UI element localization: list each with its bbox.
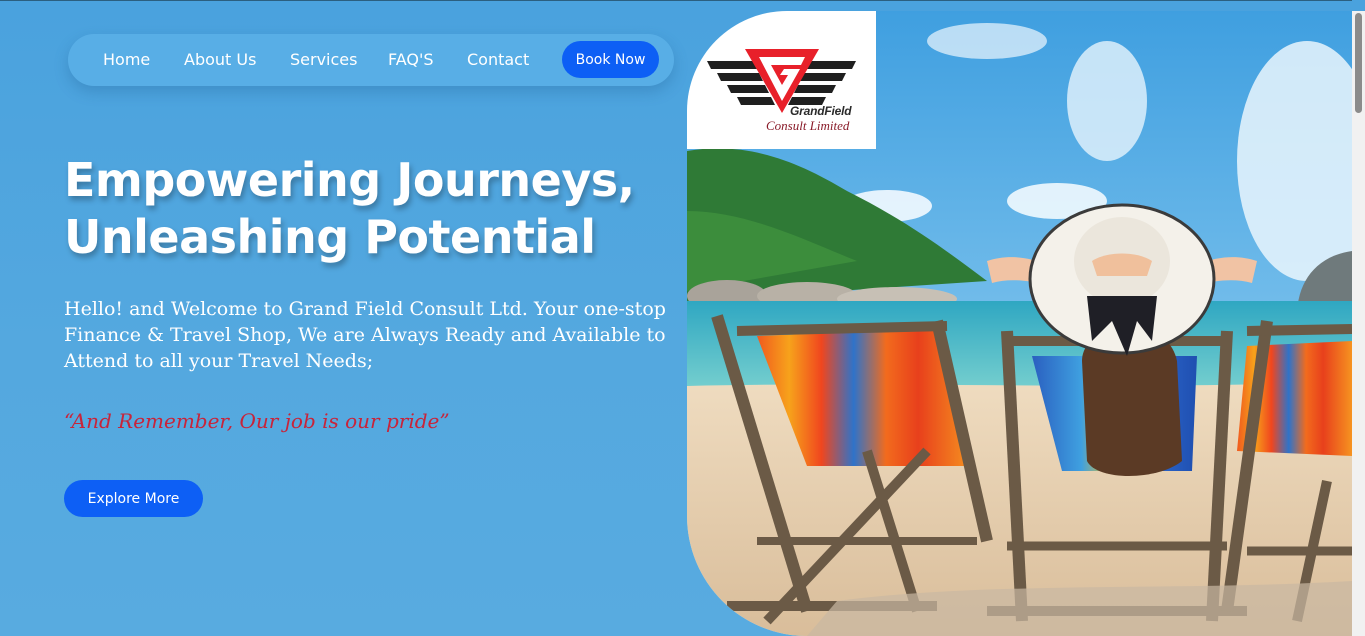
logo-name-text: GrandField	[790, 104, 852, 118]
page-scrollbar[interactable]	[1352, 11, 1365, 636]
nav-contact-link[interactable]: Contact	[467, 51, 529, 69]
top-right-strip	[1352, 0, 1365, 11]
nav-services-link[interactable]: Services	[290, 51, 357, 69]
explore-more-button[interactable]: Explore More	[64, 480, 203, 517]
nav-about-link[interactable]: About Us	[184, 51, 256, 69]
nav-faq-link[interactable]: FAQ'S	[388, 51, 434, 69]
scrollbar-thumb[interactable]	[1355, 13, 1362, 113]
nav-home-link[interactable]: Home	[103, 51, 150, 69]
hero-headline-line1: Empowering Journeys,	[64, 153, 635, 207]
book-now-button[interactable]: Book Now	[562, 41, 659, 78]
window-top-border	[0, 0, 1365, 1]
main-nav: Home About Us Services FAQ'S Contact Boo…	[68, 34, 674, 86]
hero-intro-text: Hello! and Welcome to Grand Field Consul…	[64, 298, 666, 372]
hero-headline-line2: Unleashing Potential	[64, 210, 596, 264]
hero-headline: Empowering Journeys, Unleashing Potentia…	[64, 152, 684, 266]
hero-tagline: “And Remember, Our job is our pride”	[64, 409, 450, 433]
logo-subtitle-text: Consult Limited	[766, 118, 850, 133]
